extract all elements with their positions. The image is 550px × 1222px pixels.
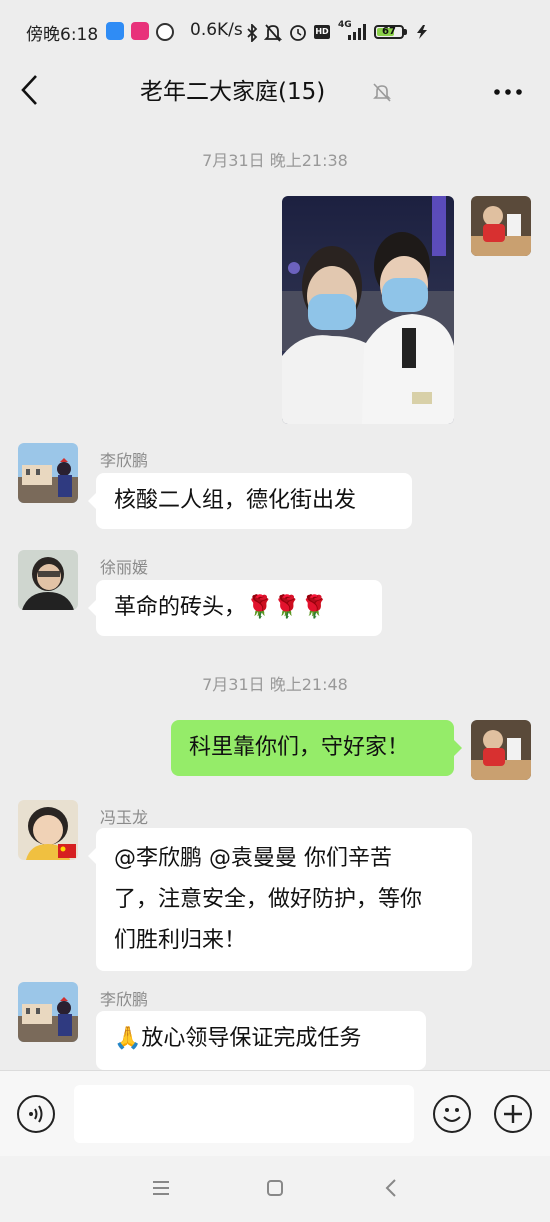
home-icon[interactable] — [266, 1179, 284, 1197]
chat-title: 老年二大家庭(15) — [140, 79, 326, 105]
emoji-icon — [443, 1108, 461, 1122]
message-text-line: 们胜利归来！ — [114, 928, 247, 953]
message-input[interactable] — [74, 1085, 414, 1143]
sender-name: 徐丽媛 — [100, 558, 149, 577]
cloud-app-icon — [106, 22, 124, 40]
chevron-left-icon — [21, 75, 37, 105]
emoji-button[interactable] — [433, 1095, 471, 1133]
search-app-icon — [156, 23, 174, 41]
sender-name: 李欣鹏 — [100, 990, 149, 1009]
my-avatar[interactable] — [471, 196, 531, 256]
message-text: 核酸二人组，德化街出发 — [114, 488, 357, 513]
toddler-avatar-image — [18, 800, 78, 860]
plus-icon — [504, 1105, 522, 1123]
my-message-bubble[interactable]: 科里靠你们，守好家！ — [171, 720, 462, 776]
chat-header: 老年二大家庭(15) — [0, 64, 550, 124]
bluetooth-icon — [247, 24, 258, 42]
nav-back-icon[interactable] — [384, 1178, 398, 1198]
message-timestamp: 7月31日 晚上21:48 — [202, 675, 348, 694]
voice-icon — [29, 1105, 43, 1123]
shared-photo[interactable] — [282, 196, 454, 424]
hd-icon: HD — [314, 25, 330, 39]
status-bar: 傍晚6:18 0.6K/s HD 4G 67 — [0, 0, 550, 64]
sender-name: 李欣鹏 — [100, 451, 149, 470]
message-timestamp: 7月31日 晚上21:38 — [202, 151, 348, 170]
charging-icon — [417, 25, 427, 39]
message-text: 革命的砖头，🌹🌹🌹 — [114, 595, 329, 620]
mute-bell-icon — [373, 83, 391, 102]
system-nav-bar — [0, 1156, 550, 1222]
anime-avatar-image — [18, 982, 78, 1042]
more-options-button[interactable] — [490, 72, 526, 112]
message-text: 科里靠你们，守好家！ — [189, 735, 410, 760]
message-bubble[interactable]: 革命的砖头，🌹🌹🌹 — [88, 580, 382, 636]
selfie-image — [282, 196, 454, 424]
message-text-line: @李欣鹏 @袁曼曼 你们辛苦 — [114, 846, 392, 871]
message-bubble[interactable]: 核酸二人组，德化街出发 — [88, 473, 412, 529]
message-text: 🙏放心领导保证完成任务 — [114, 1026, 362, 1051]
sender-avatar[interactable] — [18, 982, 78, 1042]
input-bar — [0, 1070, 550, 1157]
sender-avatar[interactable] — [18, 443, 78, 503]
my-avatar[interactable] — [471, 720, 531, 780]
sender-avatar[interactable] — [18, 800, 78, 860]
battery-icon: 67 — [374, 25, 404, 39]
status-time: 傍晚6:18 — [26, 25, 99, 45]
signal-icon — [348, 24, 366, 40]
more-actions-button[interactable] — [494, 1095, 532, 1133]
network-speed: 0.6K/s — [190, 20, 243, 40]
back-button[interactable] — [18, 72, 48, 112]
message-text-line: 了，注意安全，做好防护，等你 — [114, 887, 423, 912]
battery-level: 67 — [382, 26, 396, 37]
voice-button[interactable] — [17, 1095, 55, 1133]
message-bubble[interactable]: @李欣鹏 @袁曼曼 你们辛苦 了，注意安全，做好防护，等你 们胜利归来！ — [88, 828, 472, 971]
woman-avatar-image — [18, 550, 78, 610]
sender-avatar[interactable] — [18, 550, 78, 610]
alarm-icon — [290, 25, 306, 41]
sender-name: 冯玉龙 — [100, 808, 149, 827]
battery-tip — [404, 29, 407, 35]
shopping-app-icon — [131, 22, 149, 40]
message-bubble[interactable]: 🙏放心领导保证完成任务 — [96, 1011, 426, 1070]
child-avatar-image — [471, 720, 531, 780]
anime-avatar-image — [18, 443, 78, 503]
child-avatar-image — [471, 196, 531, 256]
more-icon — [494, 89, 522, 95]
menu-icon[interactable] — [152, 1180, 170, 1196]
mute-bell-icon — [264, 24, 282, 42]
